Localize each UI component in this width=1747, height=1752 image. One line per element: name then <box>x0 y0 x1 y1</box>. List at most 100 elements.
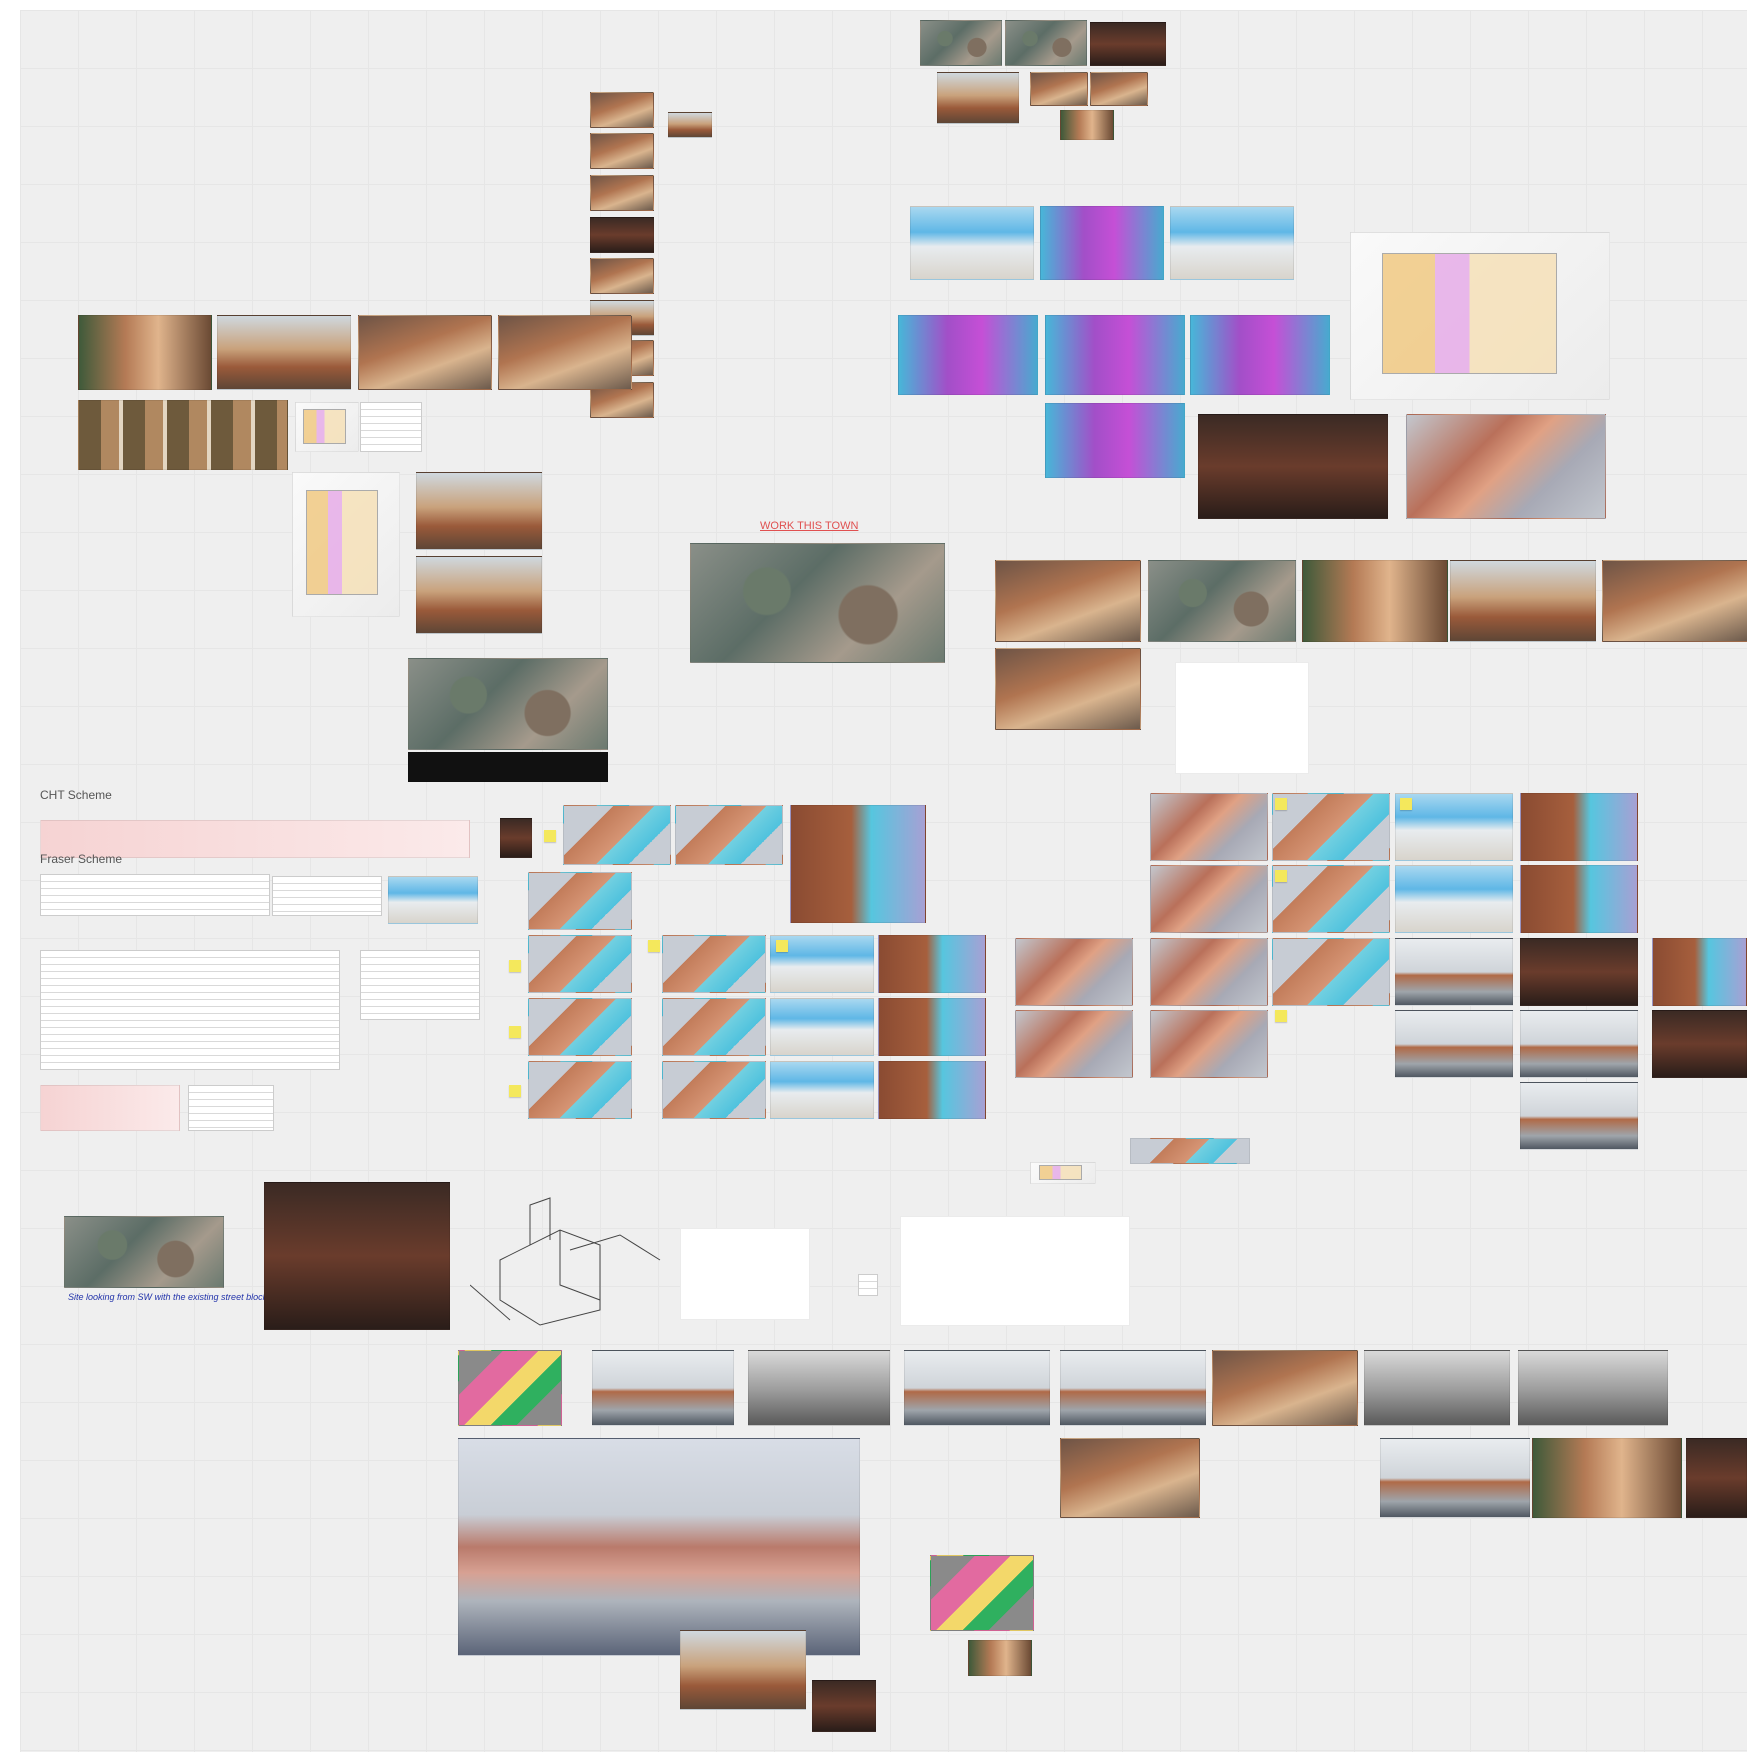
image-card[interactable] <box>662 935 766 993</box>
document-card[interactable] <box>40 950 340 1070</box>
image-card[interactable] <box>1060 1350 1206 1426</box>
image-card[interactable] <box>770 998 874 1056</box>
sticky-note-icon[interactable] <box>776 940 788 952</box>
image-card[interactable] <box>388 876 478 924</box>
image-card[interactable] <box>1198 414 1388 519</box>
sticky-note-icon[interactable] <box>509 960 521 972</box>
plan-card[interactable] <box>680 1228 810 1320</box>
image-card[interactable] <box>1150 865 1268 933</box>
image-card[interactable] <box>408 752 608 782</box>
image-card[interactable] <box>590 258 654 294</box>
image-card[interactable] <box>358 315 492 390</box>
image-card[interactable] <box>590 217 654 253</box>
site-plan-card[interactable] <box>1350 232 1610 400</box>
image-card[interactable] <box>790 805 926 923</box>
image-card[interactable] <box>1150 1010 1268 1078</box>
image-card[interactable] <box>416 556 542 634</box>
image-card[interactable] <box>458 1350 562 1426</box>
image-card[interactable] <box>1150 793 1268 861</box>
image-card[interactable] <box>1015 938 1133 1006</box>
sticky-note-icon[interactable] <box>509 1085 521 1097</box>
image-card[interactable] <box>590 175 654 211</box>
image-card[interactable] <box>995 560 1141 642</box>
image-card[interactable] <box>1045 315 1185 395</box>
document-card[interactable] <box>40 874 270 916</box>
image-card[interactable] <box>1060 1438 1200 1518</box>
image-card[interactable] <box>416 472 542 550</box>
image-card[interactable] <box>1015 1010 1133 1078</box>
image-card[interactable] <box>968 1640 1032 1676</box>
image-card[interactable] <box>1652 938 1747 1006</box>
image-card[interactable] <box>528 935 632 993</box>
image-card[interactable] <box>878 935 986 993</box>
image-card[interactable] <box>662 998 766 1056</box>
document-card[interactable] <box>272 876 382 916</box>
document-card[interactable] <box>360 402 422 452</box>
hero-render-card[interactable] <box>458 1438 860 1656</box>
image-card[interactable] <box>680 1630 806 1710</box>
image-card[interactable] <box>1090 72 1148 106</box>
site-plan-card[interactable] <box>292 472 400 617</box>
image-card[interactable] <box>1190 315 1330 395</box>
image-card[interactable] <box>1045 403 1185 478</box>
sticky-note-icon[interactable] <box>1275 1010 1287 1022</box>
sticky-note-icon[interactable] <box>509 1026 521 1038</box>
image-card[interactable] <box>528 1061 632 1119</box>
image-card[interactable] <box>498 315 632 390</box>
document-card[interactable] <box>360 950 480 1020</box>
image-card[interactable] <box>78 315 212 390</box>
image-card[interactable] <box>878 998 986 1056</box>
image-card[interactable] <box>1395 793 1513 861</box>
image-card[interactable] <box>1130 1138 1250 1164</box>
image-card[interactable] <box>500 818 532 858</box>
image-card[interactable] <box>1005 20 1087 66</box>
image-card[interactable] <box>590 133 654 169</box>
image-card[interactable] <box>1060 110 1114 140</box>
image-card[interactable] <box>1395 938 1513 1006</box>
image-card[interactable] <box>1450 560 1596 642</box>
image-card[interactable] <box>1150 938 1268 1006</box>
image-card[interactable] <box>1395 865 1513 933</box>
plan-card[interactable] <box>900 1216 1130 1326</box>
image-card[interactable] <box>1406 414 1606 519</box>
image-card[interactable] <box>1302 560 1448 642</box>
image-card[interactable] <box>920 20 1002 66</box>
sticky-note-icon[interactable] <box>1275 798 1287 810</box>
floor-plan-card[interactable] <box>1175 662 1309 774</box>
image-card[interactable] <box>910 206 1034 280</box>
image-card[interactable] <box>1395 1010 1513 1078</box>
image-card[interactable] <box>528 872 632 930</box>
image-card[interactable] <box>1272 865 1390 933</box>
sticky-note-icon[interactable] <box>1400 798 1412 810</box>
image-card[interactable] <box>1652 1010 1747 1078</box>
image-card[interactable] <box>590 92 654 128</box>
image-card[interactable] <box>995 648 1141 730</box>
image-card[interactable] <box>904 1350 1050 1426</box>
image-card[interactable] <box>878 1061 986 1119</box>
image-card[interactable] <box>1520 1010 1638 1078</box>
image-card[interactable] <box>1520 793 1638 861</box>
image-card[interactable] <box>1520 938 1638 1006</box>
image-card[interactable] <box>264 1182 450 1330</box>
image-card[interactable] <box>898 315 1038 395</box>
image-card[interactable] <box>812 1680 876 1732</box>
image-card[interactable] <box>690 543 945 663</box>
image-card[interactable] <box>770 1061 874 1119</box>
whiteboard-canvas[interactable]: WORK THIS TOWN CHT Scheme Fraser Scheme <box>20 10 1747 1752</box>
image-card[interactable] <box>1030 1162 1096 1184</box>
image-card[interactable] <box>937 72 1019 124</box>
sketch-card[interactable] <box>469 1190 670 1330</box>
image-card[interactable] <box>1518 1350 1668 1426</box>
image-card[interactable] <box>1364 1350 1510 1426</box>
image-card[interactable] <box>563 805 671 865</box>
document-card[interactable] <box>188 1085 274 1131</box>
image-card[interactable] <box>1030 72 1088 106</box>
image-card[interactable] <box>748 1350 890 1426</box>
image-card[interactable] <box>1272 793 1390 861</box>
sticky-note-icon[interactable] <box>648 940 660 952</box>
image-card[interactable] <box>930 1555 1034 1631</box>
sticky-note-icon[interactable] <box>544 830 556 842</box>
board-link-label[interactable]: WORK THIS TOWN <box>760 520 858 532</box>
image-card[interactable] <box>668 112 712 138</box>
image-card[interactable] <box>64 1216 224 1288</box>
